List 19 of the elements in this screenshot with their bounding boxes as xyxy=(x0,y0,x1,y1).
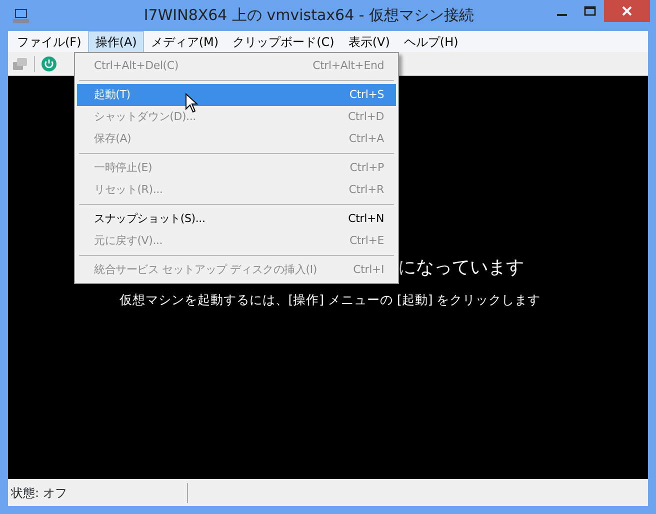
window-title: I7WIN8X64 上の vmvistax64 - 仮想マシン接続 xyxy=(142,5,476,26)
menu-item[interactable]: ヘルプ(H) xyxy=(396,30,466,52)
maximize-icon xyxy=(584,6,596,16)
menu-option[interactable]: スナップショット(S)... Ctrl+N xyxy=(77,208,396,230)
hint-text: 仮想マシンを起動するには、[操作] メニューの [起動] をクリックします xyxy=(119,292,541,307)
status-message: になっています xyxy=(398,256,524,278)
menu-item[interactable]: ファイル(F) xyxy=(10,30,88,52)
minimize-icon xyxy=(557,14,567,16)
menu-item[interactable]: メディア(M) xyxy=(144,30,226,52)
app-icon xyxy=(12,8,30,24)
menu-item[interactable]: 表示(V) xyxy=(341,30,397,52)
power-icon[interactable] xyxy=(41,56,57,72)
menu-item[interactable]: 操作(A) xyxy=(88,30,144,52)
close-icon xyxy=(622,6,632,16)
close-button[interactable] xyxy=(604,0,650,22)
mouse-cursor-icon xyxy=(185,93,198,113)
menu-option[interactable]: 起動(T) Ctrl+S xyxy=(77,84,396,106)
menu-item[interactable]: クリップボード(C) xyxy=(226,30,342,52)
status-text: 状態: オフ xyxy=(8,482,188,502)
